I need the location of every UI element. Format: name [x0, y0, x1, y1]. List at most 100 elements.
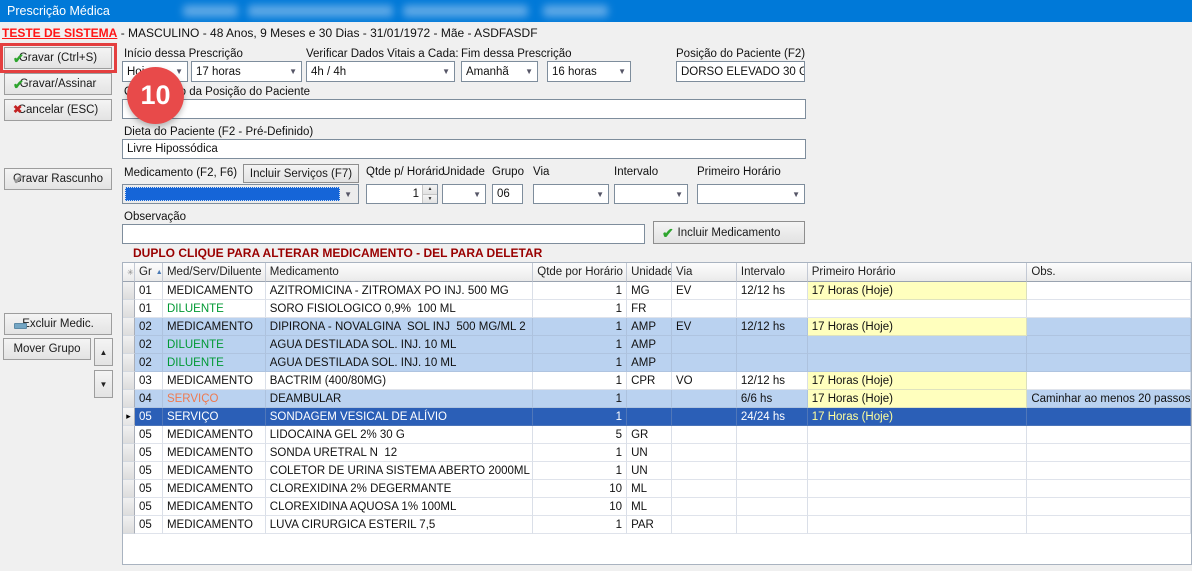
obs-cell[interactable]	[1027, 336, 1191, 354]
save-draft-button[interactable]: ✔ Gravar Rascunho	[4, 168, 112, 190]
col-header-via[interactable]: Via	[672, 263, 737, 282]
tipo-cell[interactable]: SERVIÇO	[163, 390, 266, 408]
via-cell[interactable]	[672, 408, 737, 426]
arrow-up-icon[interactable]: ▲	[423, 185, 437, 195]
move-group-down-button[interactable]: ▼	[94, 370, 113, 398]
intervalo-cell[interactable]	[737, 300, 808, 318]
incluir-servicos-button[interactable]: Incluir Serviços (F7)	[243, 164, 359, 183]
qtde-cell[interactable]: 1	[533, 318, 627, 336]
intervalo-cell[interactable]	[737, 480, 808, 498]
medicamento-cell[interactable]: DIPIRONA - NOVALGINA SOL INJ 500 MG/ML 2	[266, 318, 533, 336]
obs-cell[interactable]	[1027, 372, 1191, 390]
table-row[interactable]: 05MEDICAMENTOCOLETOR DE URINA SISTEMA AB…	[123, 462, 1191, 480]
tipo-cell[interactable]: MEDICAMENTO	[163, 318, 266, 336]
primeiro-horario-cell[interactable]	[808, 354, 1028, 372]
qtde-cell[interactable]: 1	[533, 462, 627, 480]
table-row[interactable]: 01MEDICAMENTOAZITROMICINA - ZITROMAX PO …	[123, 282, 1191, 300]
obs-cell[interactable]	[1027, 462, 1191, 480]
qtde-cell[interactable]: 1	[533, 336, 627, 354]
medicamento-cell[interactable]: SONDAGEM VESICAL DE ALÍVIO	[266, 408, 533, 426]
incluir-medicamento-button[interactable]: ✔ Incluir Medicamento	[653, 221, 805, 244]
via-cell[interactable]: EV	[672, 282, 737, 300]
intervalo-cell[interactable]: 12/12 hs	[737, 372, 808, 390]
obs-cell[interactable]	[1027, 408, 1191, 426]
cancel-button[interactable]: ✖ Cancelar (ESC)	[4, 99, 112, 121]
gr-cell[interactable]: 02	[135, 354, 163, 372]
unidade-cell[interactable]: FR	[627, 300, 672, 318]
col-header-gr[interactable]: Gr▲	[135, 263, 163, 282]
dieta-input[interactable]	[122, 139, 806, 159]
gr-cell[interactable]: 05	[135, 498, 163, 516]
gr-cell[interactable]: 03	[135, 372, 163, 390]
table-row[interactable]: 04SERVIÇODEAMBULAR1 6/6 hs17 Horas (Hoje)…	[123, 390, 1191, 408]
via-cell[interactable]	[672, 336, 737, 354]
medicamento-cell[interactable]: CLOREXIDINA 2% DEGERMANTE	[266, 480, 533, 498]
unidade-cell[interactable]: AMP	[627, 336, 672, 354]
intervalo-cell[interactable]: 6/6 hs	[737, 390, 808, 408]
stepper-buttons[interactable]: ▲ ▼	[422, 185, 437, 203]
medicamento-cell[interactable]: DEAMBULAR	[266, 390, 533, 408]
gr-cell[interactable]: 05	[135, 408, 163, 426]
medicamento-cell[interactable]: CLOREXIDINA AQUOSA 1% 100ML	[266, 498, 533, 516]
fim-day-combo[interactable]: Amanhã ▼	[461, 61, 538, 82]
qtde-cell[interactable]: 1	[533, 516, 627, 534]
via-cell[interactable]: EV	[672, 318, 737, 336]
primeiro-horario-cell[interactable]	[808, 444, 1028, 462]
via-cell[interactable]	[672, 498, 737, 516]
primeiro-horario-cell[interactable]: 17 Horas (Hoje)	[808, 372, 1028, 390]
col-header-intervalo[interactable]: Intervalo	[737, 263, 808, 282]
unidade-cell[interactable]: MG	[627, 282, 672, 300]
col-header-unidade[interactable]: Unidade	[627, 263, 672, 282]
qtde-cell[interactable]: 1	[533, 408, 627, 426]
medicamento-combo[interactable]: ▼	[122, 184, 359, 204]
observacao-input[interactable]	[122, 224, 645, 244]
save-sign-button[interactable]: ✔ Gravar/Assinar	[4, 73, 112, 95]
primeiro-horario-cell[interactable]	[808, 336, 1028, 354]
qtde-cell[interactable]: 5	[533, 426, 627, 444]
medicamento-cell[interactable]: LIDOCAINA GEL 2% 30 G	[266, 426, 533, 444]
col-header-primeiro-horario[interactable]: Primeiro Horário	[808, 263, 1028, 282]
intervalo-cell[interactable]	[737, 462, 808, 480]
col-header-tipo[interactable]: Med/Serv/Diluente	[163, 263, 266, 282]
intervalo-cell[interactable]: 12/12 hs	[737, 282, 808, 300]
tipo-cell[interactable]: MEDICAMENTO	[163, 426, 266, 444]
table-row[interactable]: 01DILUENTESORO FISIOLOGICO 0,9% 100 ML1F…	[123, 300, 1191, 318]
tipo-cell[interactable]: MEDICAMENTO	[163, 462, 266, 480]
posicao-paciente-combo[interactable]: DORSO ELEVADO 30 G ▼	[676, 61, 805, 82]
tipo-cell[interactable]: MEDICAMENTO	[163, 480, 266, 498]
unidade-combo[interactable]: ▼	[442, 184, 486, 204]
gr-cell[interactable]: 01	[135, 282, 163, 300]
medicamento-cell[interactable]: SORO FISIOLOGICO 0,9% 100 ML	[266, 300, 533, 318]
gr-cell[interactable]: 02	[135, 318, 163, 336]
unidade-cell[interactable]: AMP	[627, 318, 672, 336]
gr-cell[interactable]: 04	[135, 390, 163, 408]
via-cell[interactable]: VO	[672, 372, 737, 390]
table-row[interactable]: 02MEDICAMENTODIPIRONA - NOVALGINA SOL IN…	[123, 318, 1191, 336]
obs-cell[interactable]	[1027, 498, 1191, 516]
table-row[interactable]: ▸05SERVIÇOSONDAGEM VESICAL DE ALÍVIO124/…	[123, 408, 1191, 426]
table-row[interactable]: 02DILUENTEAGUA DESTILADA SOL. INJ. 10 ML…	[123, 354, 1191, 372]
gr-cell[interactable]: 05	[135, 444, 163, 462]
unidade-cell[interactable]: AMP	[627, 354, 672, 372]
unidade-cell[interactable]: ML	[627, 498, 672, 516]
table-row[interactable]: 03MEDICAMENTOBACTRIM (400/80MG)1CPRVO12/…	[123, 372, 1191, 390]
move-group-button[interactable]: Mover Grupo	[3, 338, 91, 360]
arrow-down-icon[interactable]: ▼	[423, 195, 437, 204]
qtde-cell[interactable]: 1	[533, 282, 627, 300]
medicamento-cell[interactable]: AZITROMICINA - ZITROMAX PO INJ. 500 MG	[266, 282, 533, 300]
qtde-cell[interactable]: 1	[533, 390, 627, 408]
via-cell[interactable]	[672, 516, 737, 534]
medicamento-cell[interactable]: AGUA DESTILADA SOL. INJ. 10 ML	[266, 336, 533, 354]
table-row[interactable]: 05MEDICAMENTOSONDA URETRAL N 121UN	[123, 444, 1191, 462]
primeiro-horario-cell[interactable]: 17 Horas (Hoje)	[808, 390, 1028, 408]
tipo-cell[interactable]: MEDICAMENTO	[163, 282, 266, 300]
col-header-medicamento[interactable]: Medicamento	[266, 263, 533, 282]
fim-time-combo[interactable]: 16 horas ▼	[547, 61, 631, 82]
row-indicator-header[interactable]: ✳	[123, 263, 135, 282]
medicamento-cell[interactable]: SONDA URETRAL N 12	[266, 444, 533, 462]
table-row[interactable]: 05MEDICAMENTOCLOREXIDINA 2% DEGERMANTE10…	[123, 480, 1191, 498]
table-row[interactable]: 05MEDICAMENTOCLOREXIDINA AQUOSA 1% 100ML…	[123, 498, 1191, 516]
primeiro-horario-cell[interactable]	[808, 300, 1028, 318]
quantity-stepper[interactable]: 1 ▲ ▼	[366, 184, 438, 204]
tipo-cell[interactable]: DILUENTE	[163, 336, 266, 354]
